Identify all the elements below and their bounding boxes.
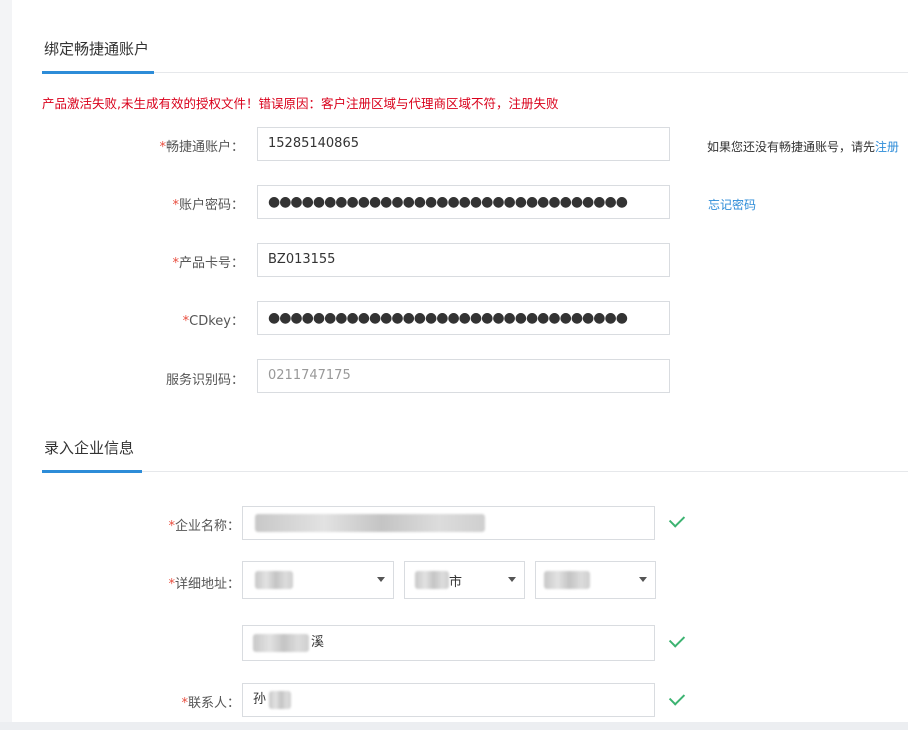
card-number-label: *产品卡号： <box>172 256 244 271</box>
section-title: 绑定畅捷通账户 <box>44 40 150 58</box>
section-bind-account: 绑定畅捷通账户 <box>42 38 908 74</box>
section-underline <box>42 71 154 74</box>
forgot-password-link[interactable]: 忘记密码 <box>708 196 756 213</box>
valid-check-icon <box>668 631 686 648</box>
section-title: 录入企业信息 <box>44 439 135 457</box>
cdkey-field[interactable]: ●●●●●●●●●●●●●●●●●●●●●●●●●●●●●●●● <box>257 301 670 335</box>
valid-check-icon <box>668 511 686 528</box>
valid-check-icon <box>668 689 686 706</box>
left-gutter <box>0 0 12 730</box>
bottom-edge <box>0 722 908 730</box>
chevron-down-icon <box>508 577 516 582</box>
cdkey-label: *CDkey： <box>182 314 244 329</box>
street-address-field[interactable]: 溪 <box>242 625 655 661</box>
password-field[interactable]: ●●●●●●●●●●●●●●●●●●●●●●●●●●●●●●●● <box>257 185 670 219</box>
redacted-text <box>253 634 309 652</box>
account-label: *畅捷通账户： <box>159 140 244 155</box>
redacted-text <box>255 514 485 532</box>
password-label: *账户密码： <box>172 198 244 213</box>
service-id-label: 服务识别码： <box>165 373 244 388</box>
no-account-hint: 如果您还没有畅捷通账号，请先注册 <box>707 140 900 154</box>
section-company-info: 录入企业信息 <box>42 437 908 473</box>
contact-partial-text: 孙 <box>253 692 267 707</box>
company-name-label: *企业名称： <box>168 519 240 534</box>
redacted-text <box>255 571 293 589</box>
register-link[interactable]: 注册 <box>875 140 899 154</box>
contact-label: *联系人： <box>181 696 240 711</box>
service-id-field: 0211747175 <box>257 359 670 393</box>
redacted-text <box>269 691 291 709</box>
card-number-field[interactable]: BZ013155 <box>257 243 670 277</box>
province-select[interactable] <box>242 561 394 599</box>
address-label: *详细地址： <box>168 577 240 592</box>
chevron-down-icon <box>377 577 385 582</box>
city-partial-text: 市 <box>449 575 463 590</box>
street-partial-text: 溪 <box>311 635 325 650</box>
contact-field[interactable]: 孙 <box>242 683 655 717</box>
company-name-field[interactable] <box>242 506 655 540</box>
account-field[interactable]: 15285140865 <box>257 127 670 161</box>
district-select[interactable] <box>535 561 656 599</box>
city-select[interactable]: 市 <box>404 561 525 599</box>
redacted-text <box>544 571 590 589</box>
redacted-text <box>415 571 449 589</box>
error-message: 产品激活失败,未生成有效的授权文件！错误原因：客户注册区域与代理商区域不符，注册… <box>42 96 559 111</box>
chevron-down-icon <box>639 577 647 582</box>
section-underline <box>42 470 142 473</box>
